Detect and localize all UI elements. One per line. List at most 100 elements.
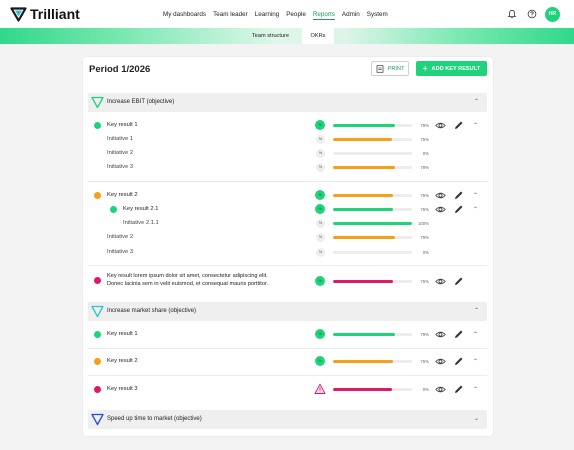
add-key-result-button[interactable]: + ADD KEY RESULT xyxy=(416,61,487,76)
nav-people[interactable]: People xyxy=(286,11,306,20)
print-label: PRINT xyxy=(387,65,405,72)
bell-icon[interactable] xyxy=(507,9,517,19)
progress-percent: 76% xyxy=(420,279,429,284)
pencil-icon[interactable] xyxy=(453,204,464,215)
sub-nav: Team structure OKRs xyxy=(0,28,574,44)
status-badge: % xyxy=(316,219,325,228)
initiative-row[interactable]: Initiative 2 % 79% xyxy=(88,231,487,245)
initiative-row[interactable]: Initiative 3 % 0% xyxy=(88,246,487,260)
progress-percent: 79% xyxy=(420,332,429,337)
print-button[interactable]: PRINT xyxy=(371,61,409,76)
chevron-up-icon[interactable]: ⌃ xyxy=(473,386,478,393)
pencil-icon[interactable] xyxy=(453,276,464,287)
chevron-up-icon[interactable]: ⌃ xyxy=(474,307,479,314)
status-badge: % xyxy=(315,329,325,339)
help-icon[interactable] xyxy=(527,9,537,19)
progress-fill xyxy=(333,208,394,211)
objective-title: Increase market share (objective) xyxy=(107,308,197,314)
divider xyxy=(88,348,487,349)
eye-icon[interactable] xyxy=(435,276,446,287)
initiative-row[interactable]: Initiative 3 % 78% xyxy=(88,161,487,175)
key-result-row[interactable]: Key result lorem ipsum dolor sit amet, c… xyxy=(88,272,487,290)
status-badge: % xyxy=(315,356,325,366)
objective-header[interactable]: Increase market share (objective) ⌃ xyxy=(88,302,487,321)
nav-my-dashboards[interactable]: My dashboards xyxy=(163,11,206,20)
objective-title: Increase EBIT (objective) xyxy=(107,99,175,105)
progress-percent: 0% xyxy=(422,151,429,156)
initiative-row[interactable]: Initiative 1 % 75% xyxy=(88,133,487,147)
progress-fill xyxy=(333,124,395,127)
status-dot xyxy=(94,122,101,129)
progress-percent: 76% xyxy=(420,193,429,198)
progress-percent: 76% xyxy=(420,207,429,212)
add-key-result-label: ADD KEY RESULT xyxy=(431,65,481,72)
progress-fill xyxy=(333,222,412,225)
key-result-row[interactable]: Key result 1 % 79% ⌃ xyxy=(88,328,487,342)
initiative-label: Initiative 3 xyxy=(107,249,134,255)
key-result-row[interactable]: Key result 2 % 76% ⌃ xyxy=(88,189,487,203)
progress-fill xyxy=(333,236,396,239)
progress-percent: 0% xyxy=(422,387,429,392)
objective-header[interactable]: Speed up time to market (objective) ⌄ xyxy=(88,410,487,429)
progress-bar xyxy=(333,166,412,169)
chevron-up-icon[interactable]: ⌃ xyxy=(473,122,478,129)
objective-header[interactable]: Increase EBIT (objective) ⌃ xyxy=(88,93,487,112)
key-result-label: Key result 2 xyxy=(107,358,138,364)
chevron-down-icon[interactable]: ⌄ xyxy=(474,415,479,422)
pencil-icon[interactable] xyxy=(453,384,464,395)
key-result-label: Key result 1 xyxy=(107,122,138,128)
chevron-up-icon[interactable]: ⌃ xyxy=(473,206,478,213)
chevron-up-icon[interactable]: ⌃ xyxy=(474,98,479,105)
divider xyxy=(88,375,487,376)
nav-admin[interactable]: Admin xyxy=(342,11,360,20)
key-result-label: Key result 2 xyxy=(107,192,138,198)
chevron-up-icon[interactable]: ⌃ xyxy=(473,358,478,365)
eye-icon[interactable] xyxy=(435,120,446,131)
nav-system[interactable]: System xyxy=(367,11,388,20)
progress-fill xyxy=(333,166,395,169)
print-icon xyxy=(376,64,383,73)
key-result-label: Key result 2.1 xyxy=(123,206,159,212)
key-result-row[interactable]: Key result 2.1 % 76% ⌃ xyxy=(88,203,487,217)
key-result-row[interactable]: Key result 1 % 78% ⌃ xyxy=(88,119,487,133)
pencil-icon[interactable] xyxy=(453,356,464,367)
nav-learning[interactable]: Learning xyxy=(255,11,280,20)
progress-fill xyxy=(333,360,394,363)
warning-icon xyxy=(314,383,326,394)
logo[interactable]: Trilliant xyxy=(10,6,80,22)
progress-bar xyxy=(333,222,412,225)
avatar[interactable]: HR xyxy=(545,7,560,22)
progress-bar xyxy=(333,138,412,141)
eye-icon[interactable] xyxy=(435,190,446,201)
status-badge: % xyxy=(316,233,325,242)
progress-bar xyxy=(333,280,412,283)
eye-icon[interactable] xyxy=(435,329,446,340)
pencil-icon[interactable] xyxy=(453,329,464,340)
status-dot xyxy=(94,358,101,365)
progress-percent: 78% xyxy=(420,123,429,128)
progress-bar xyxy=(333,360,412,363)
tab-okrs[interactable]: OKRs xyxy=(302,28,334,44)
app-name: Trilliant xyxy=(30,6,80,22)
progress-bar xyxy=(333,194,412,197)
key-result-row[interactable]: Key result 2 % 76% ⌃ xyxy=(88,355,487,369)
key-result-row[interactable]: Key result 3 0% ⌃ xyxy=(88,383,487,397)
initiative-row[interactable]: Initiative 2 % 0% xyxy=(88,147,487,161)
progress-bar xyxy=(333,152,412,155)
progress-percent: 75% xyxy=(420,137,429,142)
chevron-up-icon[interactable]: ⌃ xyxy=(473,331,478,338)
progress-bar xyxy=(333,333,412,336)
pencil-icon[interactable] xyxy=(453,120,464,131)
eye-icon[interactable] xyxy=(435,356,446,367)
pencil-icon[interactable] xyxy=(453,190,464,201)
nav-team-leader[interactable]: Team leader xyxy=(213,11,248,20)
eye-icon[interactable] xyxy=(435,384,446,395)
initiative-row[interactable]: Initiative 2.1.1 % 100% xyxy=(88,217,487,231)
nav-reports[interactable]: Reports xyxy=(312,11,335,20)
page-title: Period 1/2026 xyxy=(89,64,151,75)
eye-icon[interactable] xyxy=(435,204,446,215)
progress-bar xyxy=(333,236,412,239)
key-result-line-2: Donec lacinia sem in velit euismod, et c… xyxy=(107,281,269,287)
tab-team-structure[interactable]: Team structure xyxy=(243,28,298,44)
chevron-up-icon[interactable]: ⌃ xyxy=(473,192,478,199)
